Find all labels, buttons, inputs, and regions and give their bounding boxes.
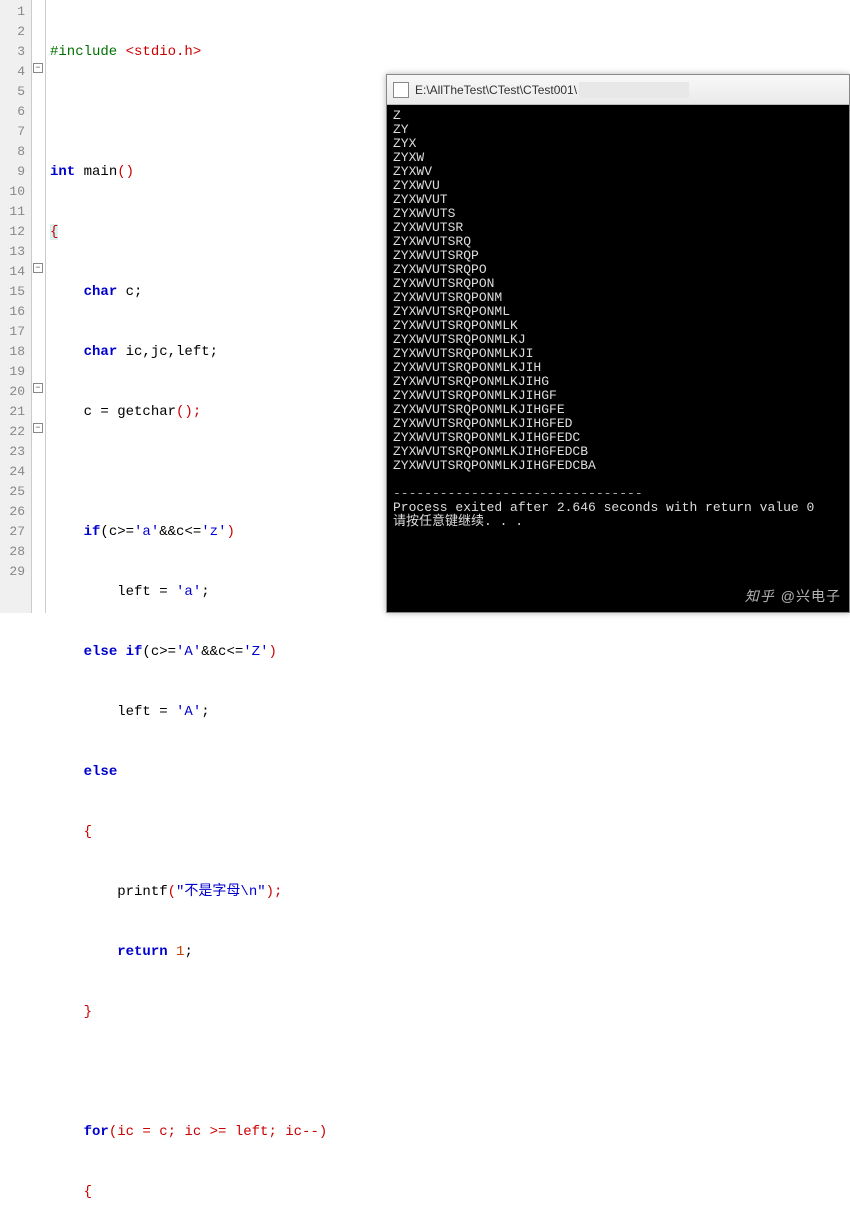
line-gutter: 1 2 3 4 5 6 7 8 9 10 11 12 13 14 15 16 1… <box>0 0 32 613</box>
line-num: 27 <box>0 522 25 542</box>
line-num: 22 <box>0 422 25 442</box>
console-line: ZYXWVUTSRQPONMLKJIHGFEDCB <box>393 445 843 459</box>
console-window[interactable]: E:\AllTheTest\CTest\CTest001\ ZZYZYXZYXW… <box>386 74 850 613</box>
console-line: ZYXWVUTSRQPONMLKJIHGFED <box>393 417 843 431</box>
line-num: 18 <box>0 342 25 362</box>
console-line: ZYXWVU <box>393 179 843 193</box>
console-title: E:\AllTheTest\CTest\CTest001\ <box>415 83 577 97</box>
console-line: ZYXWVUTSRQPONML <box>393 305 843 319</box>
line-num: 21 <box>0 402 25 422</box>
title-blank <box>579 82 689 98</box>
console-line: ZYXWVUTSR <box>393 221 843 235</box>
line-num: 16 <box>0 302 25 322</box>
line-num: 8 <box>0 142 25 162</box>
app-icon <box>393 82 409 98</box>
console-line: ZYXWVUTSRQPONMLKJI <box>393 347 843 361</box>
console-output: ZZYZYXZYXWZYXWVZYXWVUZYXWVUTZYXWVUTSZYXW… <box>387 105 849 533</box>
line-num: 4 <box>0 62 25 82</box>
line-num: 5 <box>0 82 25 102</box>
console-line: Z <box>393 109 843 123</box>
line-num: 17 <box>0 322 25 342</box>
line-num: 1 <box>0 2 25 22</box>
line-num: 25 <box>0 482 25 502</box>
console-titlebar[interactable]: E:\AllTheTest\CTest\CTest001\ <box>387 75 849 105</box>
console-prompt: 请按任意键继续. . . <box>393 515 843 529</box>
line-num: 3 <box>0 42 25 62</box>
line-num: 29 <box>0 562 25 582</box>
watermark: 知乎@兴电子 <box>745 586 841 606</box>
console-line: ZYX <box>393 137 843 151</box>
console-line: ZYXWVUTSRQPONMLKJIHG <box>393 375 843 389</box>
console-line: ZYXWVUTSRQPONM <box>393 291 843 305</box>
console-line: ZYXWVUTSRQPONMLK <box>393 319 843 333</box>
console-exit-msg: Process exited after 2.646 seconds with … <box>393 501 843 515</box>
line-num: 15 <box>0 282 25 302</box>
console-line: ZYXWVUTSRQPONMLKJIHGFEDC <box>393 431 843 445</box>
line-num: 11 <box>0 202 25 222</box>
console-line: ZYXWVUTSRQPONMLKJIHGFEDCBA <box>393 459 843 473</box>
fold-icon[interactable]: − <box>33 383 43 393</box>
console-line: ZYXWVUTSRQPON <box>393 277 843 291</box>
line-num: 20 <box>0 382 25 402</box>
line-num: 10 <box>0 182 25 202</box>
line-num: 2 <box>0 22 25 42</box>
console-separator: -------------------------------- <box>393 487 843 501</box>
line-num: 28 <box>0 542 25 562</box>
fold-column: − − − − <box>32 0 46 613</box>
console-line: ZYXW <box>393 151 843 165</box>
console-line: ZYXWVUTSRQPONMLKJ <box>393 333 843 347</box>
fold-icon[interactable]: − <box>33 263 43 273</box>
console-line: ZYXWVUTSRQPONMLKJIHGF <box>393 389 843 403</box>
fold-icon[interactable]: − <box>33 63 43 73</box>
line-num: 14 <box>0 262 25 282</box>
line-num: 12 <box>0 222 25 242</box>
line-num: 7 <box>0 122 25 142</box>
line-num: 19 <box>0 362 25 382</box>
line-num: 26 <box>0 502 25 522</box>
line-num: 13 <box>0 242 25 262</box>
console-line: ZYXWVUTSRQP <box>393 249 843 263</box>
line-num: 9 <box>0 162 25 182</box>
console-line: ZY <box>393 123 843 137</box>
console-line: ZYXWVUTSRQ <box>393 235 843 249</box>
console-line: ZYXWVUTS <box>393 207 843 221</box>
console-line: ZYXWVUT <box>393 193 843 207</box>
console-line: ZYXWV <box>393 165 843 179</box>
console-line: ZYXWVUTSRQPONMLKJIH <box>393 361 843 375</box>
console-line: ZYXWVUTSRQPO <box>393 263 843 277</box>
line-num: 23 <box>0 442 25 462</box>
line-num: 6 <box>0 102 25 122</box>
console-line: ZYXWVUTSRQPONMLKJIHGFE <box>393 403 843 417</box>
fold-icon[interactable]: − <box>33 423 43 433</box>
line-num: 24 <box>0 462 25 482</box>
